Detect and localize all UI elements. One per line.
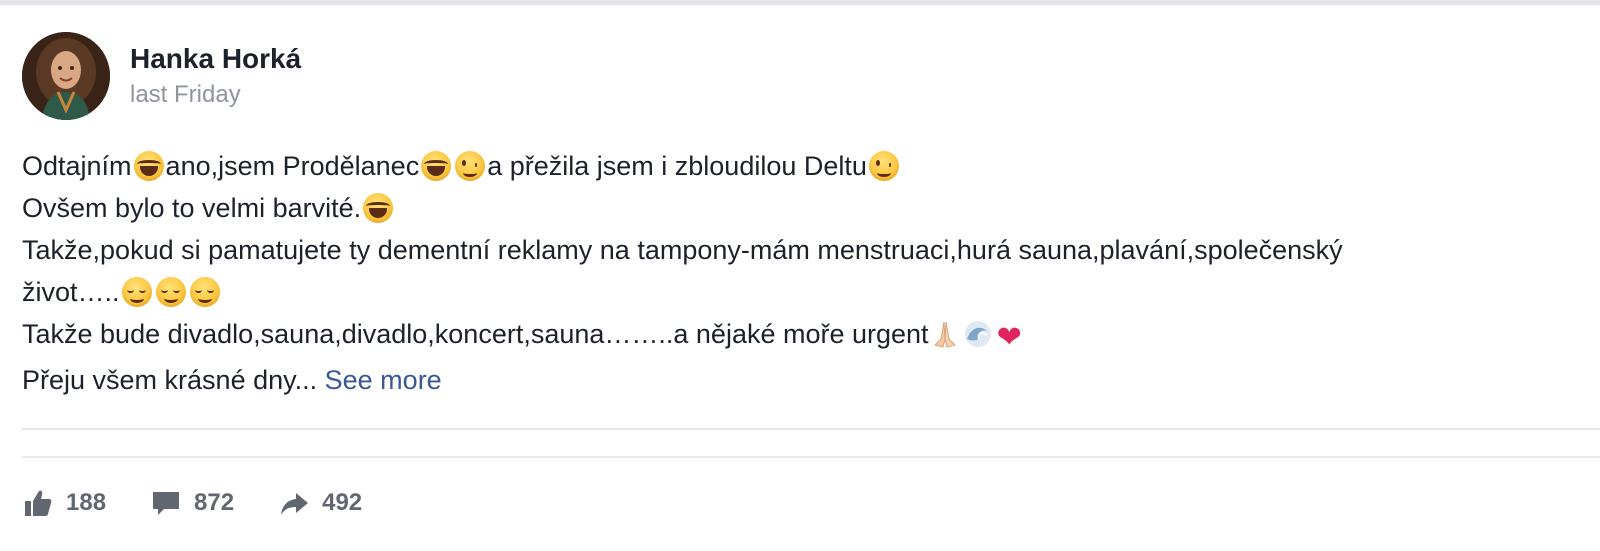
text-segment: Ovšem bylo to velmi barvité.: [22, 193, 362, 223]
laughing-emoji-icon: [363, 193, 394, 223]
thumbs-up-icon: [25, 490, 52, 516]
text-segment: ano,jsem Prodělanec: [165, 151, 420, 181]
post-header: Hanka Horká last Friday: [22, 31, 301, 121]
smiling-emoji-icon: [121, 277, 152, 307]
folded-hands-icon: [933, 321, 956, 348]
comment-button[interactable]: 872: [150, 487, 234, 519]
smiling-emoji-icon: [189, 277, 220, 307]
comment-count: 872: [194, 489, 235, 516]
author-name[interactable]: Hanka Horká: [130, 42, 301, 76]
post-line-2: Ovšem bylo to velmi barvité.: [22, 187, 1582, 229]
post-body: Odtajním ano,jsem Prodělanec a přežila jse…: [22, 145, 1582, 401]
divider: [22, 428, 1600, 430]
share-button[interactable]: 492: [278, 487, 362, 519]
comment-icon: [153, 492, 180, 515]
avatar[interactable]: [22, 32, 110, 120]
wink-emoji-icon: [455, 151, 486, 181]
wink-emoji-icon: [868, 151, 899, 181]
share-count: 492: [322, 489, 363, 516]
post-line-3: Takže,pokud si pamatujete ty dementní re…: [22, 229, 1582, 271]
divider: [22, 456, 1600, 458]
post-meta: Hanka Horká last Friday: [130, 42, 301, 110]
laughing-emoji-icon: [133, 151, 164, 181]
post-timestamp[interactable]: last Friday: [130, 80, 301, 110]
see-more-link[interactable]: See more: [325, 365, 442, 395]
like-button[interactable]: 188: [22, 487, 106, 519]
post-line-4: život…..: [22, 271, 1582, 313]
text-segment: Odtajním: [22, 151, 132, 181]
text-segment: Takže,pokud si pamatujete ty dementní re…: [22, 235, 1343, 265]
text-segment: a přežila jsem i zbloudilou Deltu: [487, 151, 867, 181]
like-count: 188: [66, 489, 107, 516]
text-segment: Takže bude divadlo,sauna,divadlo,koncert…: [22, 319, 929, 349]
share-arrow-icon: [281, 493, 309, 515]
wave-icon: [964, 321, 991, 347]
text-segment: život…..: [22, 277, 120, 307]
post-line-5: Takže bude divadlo,sauna,divadlo,koncert…: [22, 313, 1582, 359]
post-line-1: Odtajním ano,jsem Prodělanec a přežila jse…: [22, 145, 1582, 187]
text-segment: Přeju všem krásné dny...: [22, 365, 318, 395]
laughing-emoji-icon: [421, 151, 452, 181]
heart-icon: ❤: [996, 320, 1022, 355]
smiling-emoji-icon: [155, 277, 186, 307]
post-card: Hanka Horká last Friday Odtajním ano,jsem…: [0, 5, 1600, 551]
post-line-6: Přeju všem krásné dny... See more: [22, 359, 1582, 401]
post-stats-bar: 188 872 492: [22, 483, 406, 523]
